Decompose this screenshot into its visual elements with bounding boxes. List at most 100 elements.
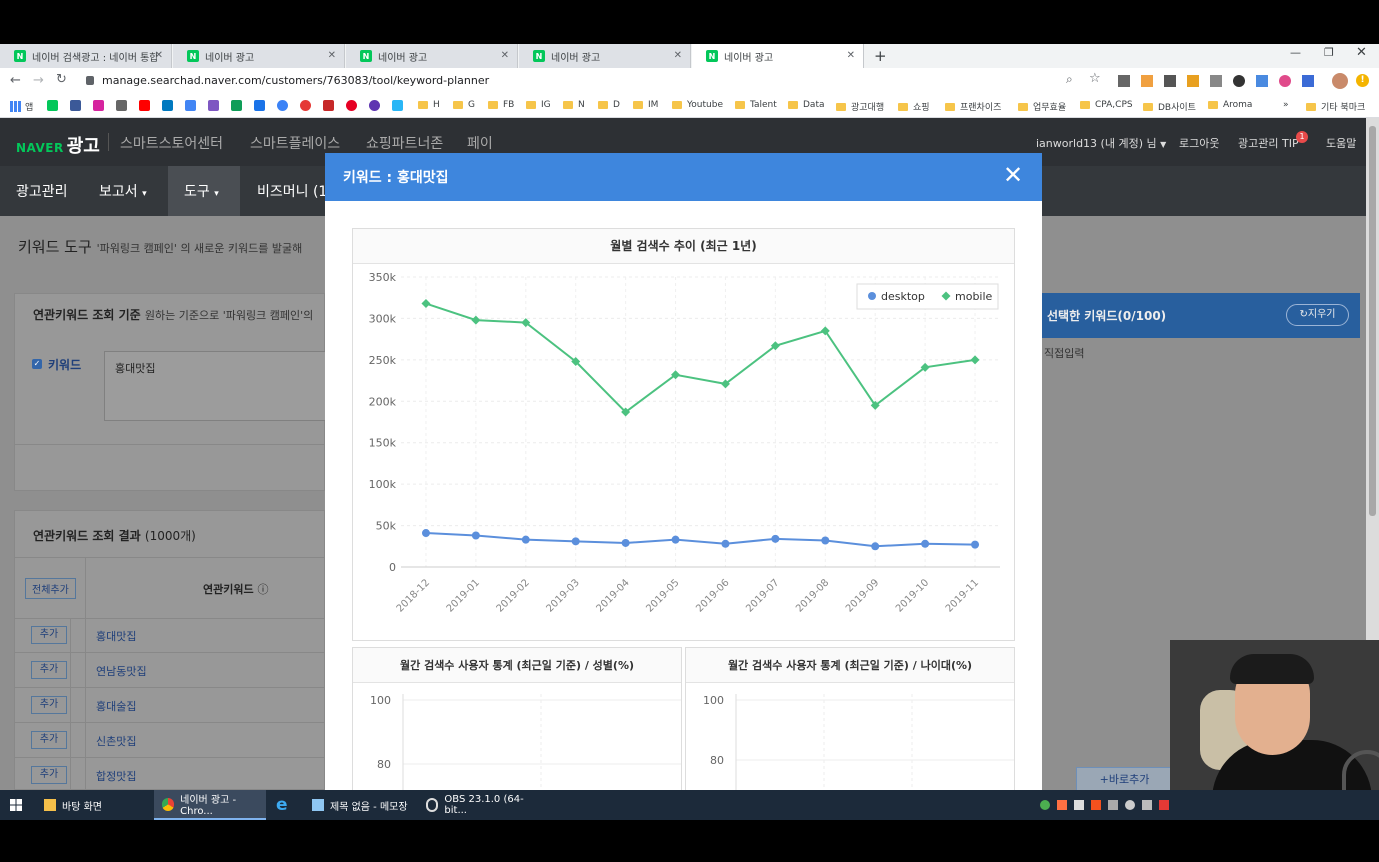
extension-icon[interactable] — [1256, 75, 1268, 87]
zoom-icon[interactable]: ⌕ — [1066, 72, 1073, 87]
tray-icon[interactable] — [1159, 800, 1169, 810]
bookmark-folder[interactable]: Youtube — [672, 100, 723, 110]
extension-icon[interactable] — [1279, 75, 1291, 87]
docs-bookmark-icon[interactable] — [185, 100, 196, 111]
forms-bookmark-icon[interactable] — [208, 100, 219, 111]
reload-icon[interactable]: ↻ — [56, 72, 67, 87]
extension-icon[interactable] — [1141, 75, 1153, 87]
keyword-checkbox[interactable]: ✓ — [32, 359, 42, 369]
nav-bizmoney[interactable]: 비즈머니 (1 — [257, 181, 325, 201]
taskbar-ie[interactable]: e — [276, 790, 288, 820]
tab-naver-ad-active[interactable]: N 네이버 광고 ✕ — [692, 44, 864, 68]
bookmark-folder[interactable]: H — [418, 100, 440, 110]
sheets-bookmark-icon[interactable] — [231, 100, 242, 111]
link-pay[interactable]: 페이 — [467, 133, 493, 153]
nav-tools[interactable]: 도구 ▾ — [184, 181, 219, 201]
bookmark-icon[interactable] — [300, 100, 311, 111]
related-keyword[interactable]: 홍대맛집 — [96, 628, 136, 644]
link-shopping-partner[interactable]: 쇼핑파트너존 — [366, 133, 443, 153]
close-tab-icon[interactable]: ✕ — [501, 50, 509, 61]
bookmark-folder[interactable]: 업무효율 — [1018, 100, 1066, 113]
minimize-icon[interactable]: — — [1290, 46, 1301, 59]
close-tab-icon[interactable]: ✕ — [847, 50, 855, 61]
other-bookmarks[interactable]: 기타 북마크 — [1306, 100, 1365, 113]
quick-add-button[interactable]: +바로추가 — [1076, 767, 1173, 790]
nav-reports[interactable]: 보고서 ▾ — [99, 181, 147, 201]
bookmark-folder[interactable]: Aroma — [1208, 100, 1252, 110]
bookmark-folder[interactable]: 프랜차이즈 — [945, 100, 1001, 113]
tray-icon[interactable] — [1040, 800, 1050, 810]
naver-bookmark-icon[interactable] — [47, 100, 58, 111]
extension-icon[interactable] — [1164, 75, 1176, 87]
related-keyword[interactable]: 합정맛집 — [96, 768, 136, 784]
close-tab-icon[interactable]: ✕ — [155, 50, 163, 61]
tray-icon[interactable] — [1108, 800, 1118, 810]
tray-icon[interactable] — [1125, 800, 1135, 810]
tab-naver-ad-1[interactable]: N 네이버 광고 ✕ — [173, 44, 345, 68]
bookmark-folder[interactable]: Data — [788, 100, 825, 110]
bookmark-icon[interactable] — [116, 100, 127, 111]
bookmark-folder[interactable]: N — [563, 100, 585, 110]
window-close-icon[interactable]: ✕ — [1356, 45, 1367, 60]
add-keyword-button[interactable]: 추가 — [31, 626, 67, 644]
start-button[interactable] — [10, 790, 22, 820]
taskbar-chrome[interactable]: 네이버 광고 - Chro... — [154, 790, 266, 820]
youtube-bookmark-icon[interactable] — [139, 100, 150, 111]
update-icon[interactable]: ! — [1356, 74, 1369, 87]
bookmark-folder[interactable]: G — [453, 100, 475, 110]
pinterest-bookmark-icon[interactable] — [346, 100, 357, 111]
bookmark-folder[interactable]: IM — [633, 100, 658, 110]
extension-icon[interactable] — [1233, 75, 1245, 87]
taskbar-obs[interactable]: OBS 23.1.0 (64-bit... — [420, 790, 530, 820]
logout-link[interactable]: 로그아웃 — [1179, 135, 1219, 151]
bookmark-folder[interactable]: D — [598, 100, 620, 110]
add-all-button[interactable]: 전체추가 — [25, 578, 76, 599]
tab-naver-ad-2[interactable]: N 네이버 광고 ✕ — [346, 44, 518, 68]
profile-avatar[interactable] — [1332, 73, 1348, 89]
back-icon[interactable]: ← — [10, 73, 21, 88]
forward-icon[interactable]: → — [33, 73, 44, 88]
add-keyword-button[interactable]: 추가 — [31, 766, 67, 784]
trello-bookmark-icon[interactable] — [162, 100, 173, 111]
tray-icon[interactable] — [1074, 800, 1084, 810]
star-icon[interactable]: ☆ — [1089, 71, 1101, 86]
tab-naver-ad-3[interactable]: N 네이버 광고 ✕ — [519, 44, 691, 68]
extension-icon[interactable] — [1118, 75, 1130, 87]
bookmark-folder[interactable]: IG — [526, 100, 551, 110]
bookmark-folder[interactable]: 쇼핑 — [898, 100, 930, 113]
add-keyword-button[interactable]: 추가 — [31, 661, 67, 679]
bookmark-apps[interactable]: 앱 — [10, 100, 33, 113]
account-menu[interactable]: ianworld13 (내 계정) 님 ▼ — [1036, 135, 1166, 151]
bookmark-folder[interactable]: FB — [488, 100, 514, 110]
direct-input-label[interactable]: 직접입력 — [1044, 345, 1084, 361]
extension-icon[interactable] — [1302, 75, 1314, 87]
modal-close-icon[interactable]: ✕ — [1003, 161, 1023, 189]
naver-ad-logo[interactable]: NAVER 광고 — [16, 132, 100, 158]
keyword-input[interactable]: 홍대맛집 — [104, 351, 326, 421]
url-field[interactable]: manage.searchad.naver.com/customers/7630… — [102, 74, 489, 87]
related-keyword[interactable]: 신촌맛집 — [96, 733, 136, 749]
help-circle-icon[interactable]: ⓘ — [257, 583, 268, 596]
calendar-bookmark-icon[interactable] — [254, 100, 265, 111]
related-keyword[interactable]: 홍대술집 — [96, 698, 136, 714]
taskbar-desktop[interactable]: 바탕 화면 — [44, 790, 148, 820]
maximize-icon[interactable]: ❐ — [1324, 46, 1334, 59]
bookmark-icon[interactable] — [369, 100, 380, 111]
tab-searchad[interactable]: N 네이버 검색광고 : 네이버 통합검색✕ — [0, 44, 172, 68]
bookmark-icon[interactable] — [392, 100, 403, 111]
nav-ad-manage[interactable]: 광고관리 — [16, 181, 68, 201]
extension-icon[interactable] — [1187, 75, 1199, 87]
bookmarks-overflow[interactable]: » — [1283, 100, 1289, 110]
add-keyword-button[interactable]: 추가 — [31, 696, 67, 714]
taskbar-notepad[interactable]: 제목 없음 - 메모장 — [304, 790, 414, 820]
link-smartstore[interactable]: 스마트스토어센터 — [120, 133, 223, 153]
tray-icon[interactable] — [1057, 800, 1067, 810]
related-keyword[interactable]: 연남동맛집 — [96, 663, 147, 679]
bookmark-folder[interactable]: CPA,CPS — [1080, 100, 1133, 110]
bookmark-folder[interactable]: DB사이트 — [1143, 100, 1196, 113]
tray-icon[interactable] — [1091, 800, 1101, 810]
new-tab-icon[interactable]: + — [874, 47, 887, 65]
bookmark-folder[interactable]: 광고대행 — [836, 100, 884, 113]
bookmark-folder[interactable]: Talent — [735, 100, 777, 110]
help-link[interactable]: 도움말 — [1326, 135, 1356, 151]
